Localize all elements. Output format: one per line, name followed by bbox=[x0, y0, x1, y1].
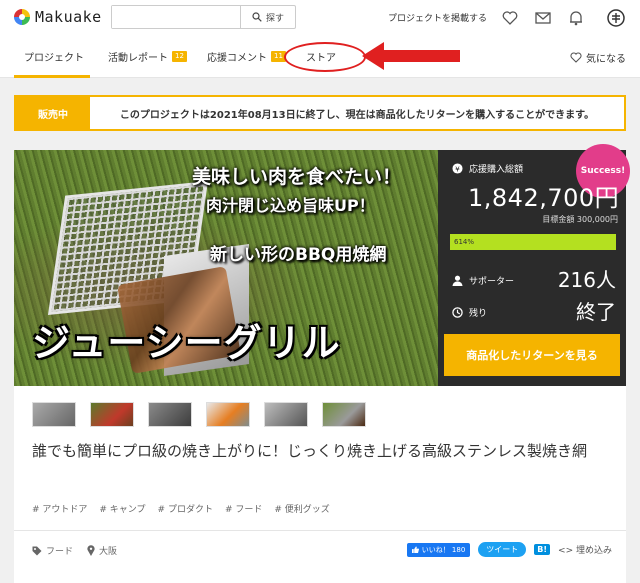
thumbnail-strip bbox=[32, 402, 366, 427]
thumbs-up-icon bbox=[411, 546, 419, 553]
activity-report-count-badge: 12 bbox=[172, 51, 187, 62]
bell-icon[interactable] bbox=[567, 9, 585, 27]
project-meta: フード 大阪 bbox=[32, 544, 117, 557]
tag-link[interactable]: # フード bbox=[225, 502, 262, 515]
logo-mark-icon bbox=[14, 9, 30, 25]
thumbnail[interactable] bbox=[148, 402, 192, 427]
progress-percent: 614% bbox=[454, 238, 475, 246]
thumbnail[interactable] bbox=[32, 402, 76, 427]
supporters-label: サポーター bbox=[469, 277, 515, 287]
project-title: 誰でも簡単にプロ級の焼き上がりに！じっくり焼き上げる高級ステンレス製焼き網 bbox=[32, 442, 588, 460]
view-returns-button[interactable]: 商品化したリターンを見る bbox=[444, 334, 620, 376]
tag-list: # アウトドア # キャンプ # プロダクト # フード # 便利グッズ bbox=[32, 502, 330, 515]
location-link[interactable]: 大阪 bbox=[87, 544, 117, 557]
thumbnail[interactable] bbox=[264, 402, 308, 427]
clock-icon bbox=[452, 307, 463, 318]
divider bbox=[14, 530, 626, 531]
tweet-button[interactable]: ツイート bbox=[478, 542, 527, 557]
remaining-label-row: 残り bbox=[452, 306, 487, 319]
hero-image[interactable]: 美味しい肉を食べたい！ 肉汁閉じ込め旨味UP！ 新しい形のBBQ用焼網 ジューシ… bbox=[14, 150, 438, 386]
tab-activity-report-label: 活動レポート bbox=[108, 53, 168, 64]
hero-headline-3: 新しい形のBBQ用焼網 bbox=[210, 245, 387, 265]
tab-project-label: プロジェクト bbox=[24, 53, 84, 64]
amount-label-row: ¥ 応援購入総額 bbox=[452, 162, 523, 175]
search-icon bbox=[252, 12, 262, 22]
heart-icon[interactable] bbox=[501, 9, 519, 27]
tag-icon bbox=[32, 546, 42, 555]
notice-label: 販売中 bbox=[16, 97, 90, 129]
yen-coin-icon: ¥ bbox=[452, 163, 463, 174]
logo-text: Makuake bbox=[35, 8, 102, 26]
facebook-like-button[interactable]: いいね！ 180 bbox=[406, 542, 471, 557]
search-button-label: 探す bbox=[265, 13, 284, 24]
thumbnail[interactable] bbox=[90, 402, 134, 427]
thumbnail[interactable] bbox=[206, 402, 250, 427]
svg-text:¥: ¥ bbox=[455, 164, 460, 173]
tag-link[interactable]: # キャンプ bbox=[99, 502, 145, 515]
hatena-bookmark-button[interactable]: B! bbox=[534, 544, 551, 555]
supporters-label-row: サポーター bbox=[452, 274, 514, 287]
funding-stats-panel: Success! ¥ 応援購入総額 1,842,700円 目標金額 300,00… bbox=[438, 144, 630, 386]
amount-label: 応援購入総額 bbox=[469, 165, 524, 175]
remaining-label: 残り bbox=[469, 309, 488, 319]
heart-outline-icon bbox=[570, 52, 582, 63]
sales-notice: 販売中 このプロジェクトは2021年08月13日に終了し、現在は商品化したリター… bbox=[14, 95, 626, 131]
active-tab-indicator bbox=[14, 75, 90, 78]
project-card: 美味しい肉を食べたい！ 肉汁閉じ込め旨味UP！ 新しい形のBBQ用焼網 ジューシ… bbox=[14, 144, 630, 583]
tag-link[interactable]: # アウトドア bbox=[32, 502, 87, 515]
tab-comments-label: 応援コメント bbox=[207, 53, 267, 64]
embed-button[interactable]: <> 埋め込み bbox=[558, 543, 612, 556]
category-link[interactable]: フード bbox=[32, 544, 73, 557]
mail-icon[interactable] bbox=[534, 9, 552, 27]
hero-headline-1: 美味しい肉を食べたい！ bbox=[192, 166, 402, 188]
post-project-link[interactable]: プロジェクトを掲載する bbox=[388, 11, 487, 24]
hero-headline-2: 肉汁閉じ込め旨味UP！ bbox=[206, 196, 375, 215]
person-icon bbox=[452, 275, 463, 286]
thumbnail[interactable] bbox=[322, 402, 366, 427]
tab-activity-report[interactable]: 活動レポート 12 bbox=[108, 49, 187, 64]
tag-link[interactable]: # プロダクト bbox=[158, 502, 213, 515]
amount-value: 1,842,700円 bbox=[468, 184, 620, 212]
notice-text: このプロジェクトは2021年08月13日に終了し、現在は商品化したリターンを購入… bbox=[119, 109, 595, 121]
search-input[interactable] bbox=[112, 6, 240, 28]
goal-amount: 目標金額 300,000円 bbox=[542, 215, 618, 224]
favorite-button[interactable]: 気になる bbox=[570, 50, 626, 65]
tab-comments[interactable]: 応援コメント 11 bbox=[207, 49, 286, 64]
category-label: フード bbox=[46, 547, 74, 557]
share-buttons: いいね！ 180 ツイート B! <> 埋め込み bbox=[406, 542, 612, 557]
location-pin-icon bbox=[87, 545, 95, 556]
progress-bar: 614% bbox=[450, 234, 616, 250]
makuake-logo[interactable]: Makuake bbox=[14, 8, 102, 26]
remaining-value: 終了 bbox=[576, 300, 616, 324]
search-box: 探す bbox=[111, 5, 296, 29]
header: Makuake 探す プロジェクトを掲載する bbox=[0, 0, 640, 36]
location-label: 大阪 bbox=[99, 547, 118, 557]
progress-fill: 614% bbox=[450, 234, 616, 250]
annotation-arrow-icon bbox=[362, 42, 460, 70]
tag-link[interactable]: # 便利グッズ bbox=[274, 502, 329, 515]
favorite-label: 気になる bbox=[586, 54, 626, 65]
supporters-count: 216人 bbox=[557, 268, 616, 292]
user-avatar-icon[interactable] bbox=[607, 9, 625, 27]
search-button[interactable]: 探す bbox=[240, 6, 295, 28]
hero-product-name: ジューシーグリル bbox=[32, 321, 341, 365]
tab-project[interactable]: プロジェクト bbox=[24, 49, 84, 64]
annotation-ellipse bbox=[284, 42, 366, 72]
facebook-like-label: いいね！ 180 bbox=[421, 545, 466, 554]
